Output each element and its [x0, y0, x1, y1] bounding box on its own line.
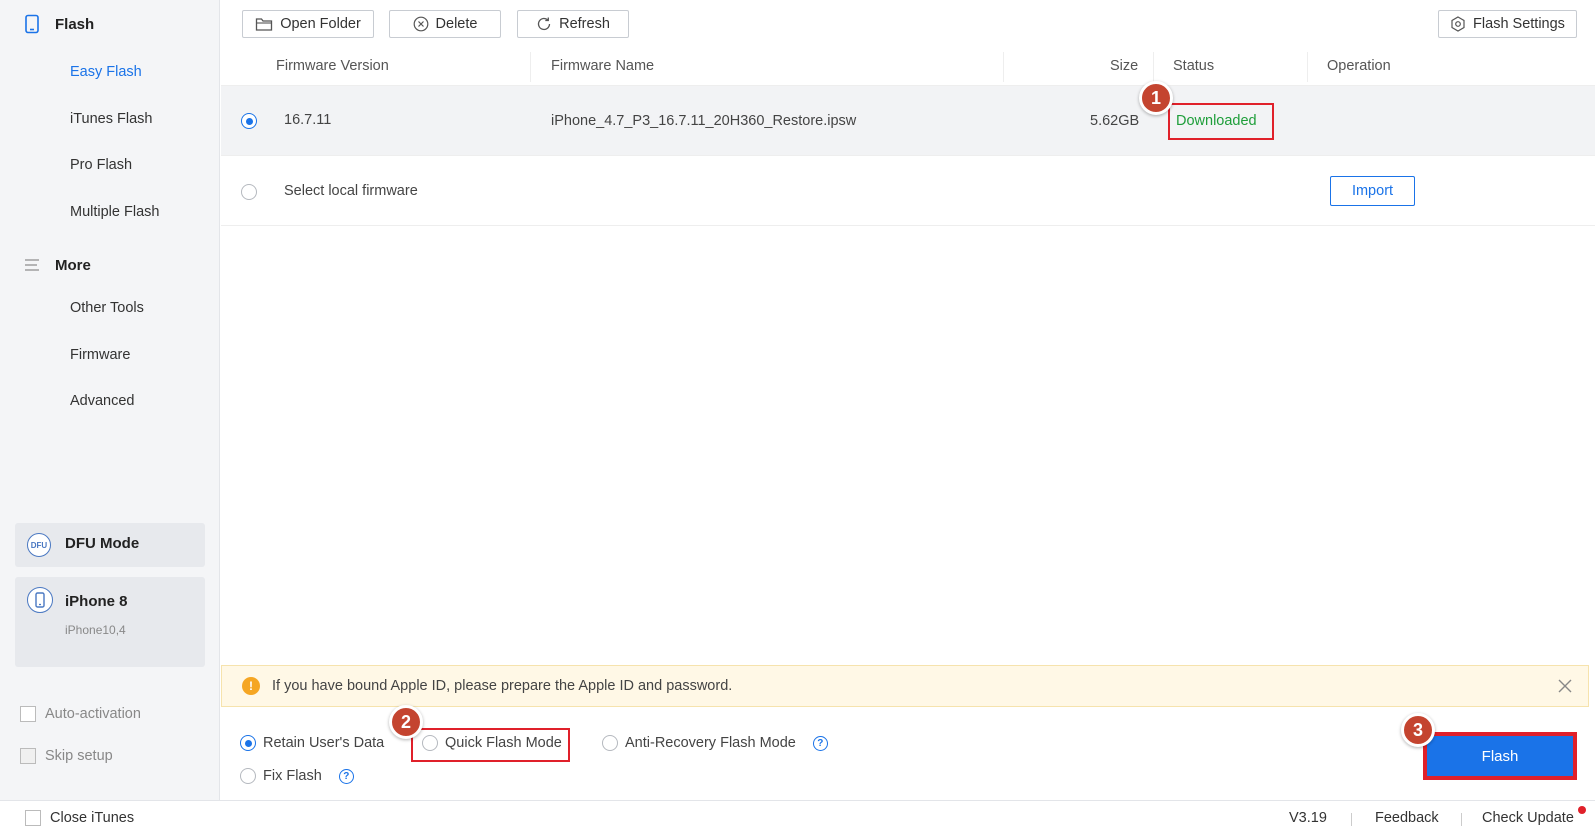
folder-icon — [256, 18, 273, 31]
flash-settings-label: Flash Settings — [1473, 16, 1565, 32]
dfu-mode-label: DFU Mode — [65, 535, 140, 552]
retain-user-data-radio[interactable] — [240, 735, 256, 751]
open-folder-label: Open Folder — [280, 16, 361, 32]
app-version: V3.19 — [1289, 810, 1327, 826]
step-marker-2: 2 — [389, 705, 423, 739]
warning-icon: ! — [242, 677, 260, 695]
auto-activation-label: Auto-activation — [45, 706, 141, 722]
firmware-row-radio[interactable] — [241, 113, 257, 129]
header-operation: Operation — [1327, 58, 1391, 74]
import-button[interactable]: Import — [1330, 176, 1415, 206]
sidebar-item-pro-flash[interactable]: Pro Flash — [70, 157, 132, 173]
header-divider — [1003, 52, 1004, 82]
header-status: Status — [1173, 58, 1215, 74]
sidebar: Flash Easy Flash iTunes Flash Pro Flash … — [0, 0, 220, 800]
firmware-table-header: Firmware Version Firmware Name Size Stat… — [221, 48, 1595, 86]
header-size: Size — [1110, 58, 1139, 74]
delete-button[interactable]: Delete — [389, 10, 501, 38]
footer-divider — [1351, 813, 1352, 826]
dfu-mode-card[interactable]: DFU DFU Mode — [15, 523, 205, 567]
device-name: iPhone 8 — [65, 593, 128, 610]
step-marker-1: 1 — [1139, 81, 1173, 115]
footer-bar: Close iTunes V3.19 Feedback Check Update — [0, 800, 1595, 835]
close-itunes-label: Close iTunes — [50, 810, 135, 826]
close-itunes-option[interactable]: Close iTunes — [25, 810, 134, 826]
skip-setup-checkbox[interactable] — [20, 748, 36, 764]
firmware-name: iPhone_4.7_P3_16.7.11_20H360_Restore.ips… — [551, 113, 857, 129]
delete-label: Delete — [435, 16, 478, 32]
device-card[interactable]: iPhone 8 iPhone10,4 — [15, 577, 205, 667]
firmware-size: 5.62GB — [1090, 113, 1140, 129]
auto-activation-option[interactable]: Auto-activation — [20, 706, 141, 722]
flash-settings-button[interactable]: Flash Settings — [1438, 10, 1577, 38]
sidebar-group-label: Flash — [55, 15, 95, 33]
skip-setup-option[interactable]: Skip setup — [20, 748, 113, 764]
sidebar-group-flash[interactable]: Flash — [0, 4, 220, 44]
apple-id-notice: ! If you have bound Apple ID, please pre… — [221, 665, 1589, 707]
sidebar-item-advanced[interactable]: Advanced — [70, 393, 135, 409]
open-folder-button[interactable]: Open Folder — [242, 10, 374, 38]
delete-circle-x-icon — [413, 16, 428, 32]
firmware-row[interactable]: 16.7.11 iPhone_4.7_P3_16.7.11_20H360_Res… — [221, 86, 1595, 156]
feedback-link[interactable]: Feedback — [1375, 810, 1439, 826]
retain-user-data-label: Retain User's Data — [263, 735, 385, 751]
refresh-label: Refresh — [559, 16, 610, 32]
auto-activation-checkbox[interactable] — [20, 706, 36, 722]
anti-recovery-radio[interactable] — [602, 735, 618, 751]
device-phone-icon — [27, 587, 53, 613]
quick-flash-highlight-box — [411, 728, 570, 762]
fix-flash-label: Fix Flash — [263, 768, 322, 784]
close-itunes-checkbox[interactable] — [25, 810, 41, 826]
help-icon[interactable]: ? — [812, 735, 828, 751]
check-update-link[interactable]: Check Update — [1482, 810, 1574, 826]
local-firmware-radio[interactable] — [241, 184, 257, 200]
sidebar-item-itunes-flash[interactable]: iTunes Flash — [70, 111, 152, 127]
header-divider — [530, 52, 531, 82]
step-marker-3: 3 — [1401, 713, 1435, 747]
flash-button[interactable]: Flash — [1423, 732, 1577, 780]
skip-setup-label: Skip setup — [45, 748, 113, 764]
update-notification-dot — [1578, 806, 1586, 814]
sidebar-item-other-tools[interactable]: Other Tools — [70, 300, 144, 316]
dfu-icon: DFU — [27, 533, 51, 557]
sidebar-item-firmware[interactable]: Firmware — [70, 347, 130, 363]
retain-user-data-option[interactable]: Retain User's Data — [240, 735, 384, 751]
close-icon[interactable] — [1558, 679, 1572, 693]
fix-flash-option[interactable]: Fix Flash ? — [240, 768, 354, 784]
local-firmware-row[interactable]: Select local firmware Import — [221, 156, 1595, 226]
header-divider — [1153, 52, 1154, 82]
sidebar-item-easy-flash[interactable]: Easy Flash — [70, 64, 142, 80]
local-firmware-label: Select local firmware — [284, 183, 418, 199]
header-divider — [1307, 52, 1308, 82]
anti-recovery-label: Anti-Recovery Flash Mode — [625, 735, 796, 751]
gear-icon — [1451, 16, 1465, 32]
refresh-button[interactable]: Refresh — [517, 10, 629, 38]
header-firmware-name: Firmware Name — [551, 58, 655, 74]
footer-divider — [1461, 813, 1462, 826]
sidebar-group-label: More — [55, 256, 91, 274]
notice-text: If you have bound Apple ID, please prepa… — [272, 678, 733, 694]
fix-flash-radio[interactable] — [240, 768, 256, 784]
header-firmware-version: Firmware Version — [276, 58, 389, 74]
refresh-icon — [537, 17, 551, 31]
anti-recovery-option[interactable]: Anti-Recovery Flash Mode ? — [602, 735, 828, 751]
sidebar-group-more[interactable]: More — [0, 245, 220, 285]
phone-icon — [22, 14, 42, 34]
help-icon[interactable]: ? — [338, 768, 354, 784]
firmware-version: 16.7.11 — [284, 112, 332, 128]
sidebar-item-multiple-flash[interactable]: Multiple Flash — [70, 204, 159, 220]
status-highlight-box — [1168, 103, 1274, 140]
menu-lines-icon — [22, 255, 42, 275]
device-model: iPhone10,4 — [65, 623, 126, 637]
